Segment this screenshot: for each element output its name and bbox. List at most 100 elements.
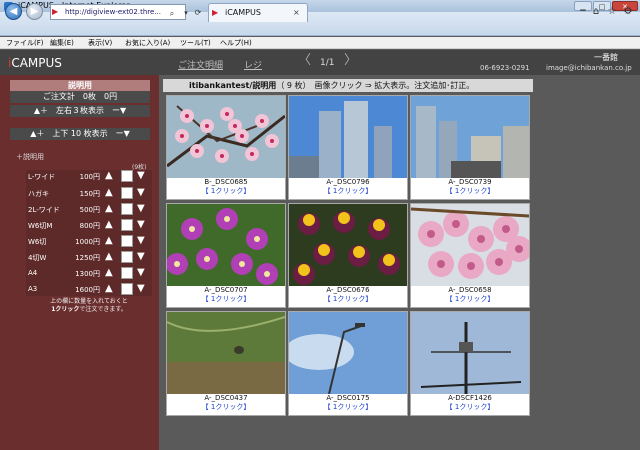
photo-name: A-_DSC0676 [326,286,370,294]
price-size-label: A4 [28,269,38,277]
vertical-display-control[interactable]: ▲＋ 上下 10 枚表示 ー▼ [10,128,150,140]
album-header: itibankantest/説明用（ 9 枚） 画像クリック ⇒ 拡大表示。注文… [163,79,533,92]
photo-card[interactable]: A-_DSC0676 【 1クリック】 [288,203,408,308]
quantity-up-icon[interactable]: ▲ [105,284,113,294]
photo-thumbnail[interactable] [167,204,285,286]
photo-card[interactable]: A-DSCF1426 【 1クリック】 [410,311,530,416]
dropdown-icon[interactable]: ▾ [180,7,192,19]
quantity-up-icon[interactable]: ▲ [105,268,113,278]
gear-icon[interactable]: ⚙ [622,6,634,18]
quantity-up-icon[interactable]: ▲ [105,188,113,198]
quantity-up-icon[interactable]: ▲ [105,220,113,230]
quantity-up-icon[interactable]: ▲ [105,252,113,262]
photo-thumbnail[interactable] [167,312,285,394]
prev-page-icon[interactable]: 〈 [298,54,311,68]
quantity-up-icon[interactable]: ▲ [105,236,113,246]
one-click-order-link[interactable]: 【 1クリック】 [289,187,407,196]
quantity-input[interactable] [121,251,133,263]
one-click-order-link[interactable]: 【 1クリック】 [167,187,285,196]
photo-card[interactable]: A-_DSC0175 【 1クリック】 [288,311,408,416]
price-value: 800円 [79,222,100,230]
menu-tools[interactable]: ツール(T) [180,37,211,49]
quantity-down-icon[interactable]: ▼ [137,220,145,230]
one-click-order-link[interactable]: 【 1クリック】 [411,403,529,412]
price-size-label: ハガキ [28,190,49,198]
price-size-label: L-ワイド [28,173,56,181]
price-value: 100円 [79,173,100,181]
quantity-down-icon[interactable]: ▼ [137,171,145,181]
price-size-label: W6切 [28,238,47,246]
menu-edit[interactable]: 編集(E) [50,37,74,49]
menu-view[interactable]: 表示(V) [88,37,112,49]
forward-button[interactable]: ▶ [26,3,43,20]
quantity-down-icon[interactable]: ▼ [137,268,145,278]
one-click-order-link[interactable]: 【 1クリック】 [289,403,407,412]
photo-thumbnail[interactable] [289,96,407,178]
page-count: 1/1 [320,58,335,68]
price-value: 1600円 [75,286,100,294]
photo-card[interactable]: A-_DSC0739 【 1クリック】 [410,95,530,200]
photo-card[interactable]: A-_DSC0658 【 1クリック】 [410,203,530,308]
order-total: ご注文計 0枚 0円 [10,91,150,103]
description-toggle[interactable]: ＋説明用 [16,152,44,162]
photo-name: A-_DSC0707 [204,286,248,294]
page-icon: ▶ [52,7,59,16]
register-link[interactable]: レジ [244,58,262,71]
site-logo[interactable]: iCAMPUS [8,56,62,70]
quantity-input[interactable] [121,283,133,295]
shop-name: 一番館 [594,53,618,62]
quantity-down-icon[interactable]: ▼ [137,236,145,246]
photo-thumbnail[interactable] [167,96,285,178]
back-button[interactable]: ◀ [5,3,22,20]
menu-favorites[interactable]: お気に入り(A) [125,37,170,49]
sidebar-title: 説明用 [10,80,150,91]
photo-name: A-DSCF1426 [448,394,492,402]
quantity-down-icon[interactable]: ▼ [137,204,145,214]
photo-thumbnail[interactable] [411,312,529,394]
price-size-label: 2L-ワイド [28,206,60,214]
quantity-input[interactable] [121,267,133,279]
price-value: 1300円 [75,270,100,278]
tab-close-icon[interactable]: × [293,8,300,17]
refresh-icon[interactable]: ⟳ [192,7,204,19]
quantity-input[interactable] [121,187,133,199]
photo-name: A-_DSC0739 [448,178,492,186]
price-size-label: W6切M [28,222,53,230]
one-click-order-link[interactable]: 【 1クリック】 [411,295,529,304]
home-icon[interactable]: ⌂ [590,6,602,18]
quantity-down-icon[interactable]: ▼ [137,284,145,294]
price-value: 500円 [79,206,100,214]
photo-name: A-_DSC0658 [448,286,492,294]
photo-card[interactable]: A-_DSC0796 【 1クリック】 [288,95,408,200]
price-value: 150円 [79,190,100,198]
photo-thumbnail[interactable] [411,204,529,286]
quantity-down-icon[interactable]: ▼ [137,188,145,198]
quantity-up-icon[interactable]: ▲ [105,171,113,181]
one-click-order-link[interactable]: 【 1クリック】 [167,295,285,304]
photo-card[interactable]: B-_DSC0685 【 1クリック】 [166,95,286,200]
quantity-input[interactable] [121,235,133,247]
menu-file[interactable]: ファイル(F) [6,37,44,49]
photo-name: B-_DSC0685 [204,178,248,186]
photo-thumbnail[interactable] [289,204,407,286]
search-icon[interactable]: ⌕ [166,8,178,20]
one-click-order-link[interactable]: 【 1クリック】 [167,403,285,412]
photo-card[interactable]: A-_DSC0437 【 1クリック】 [166,311,286,416]
one-click-order-link[interactable]: 【 1クリック】 [411,187,529,196]
quantity-input[interactable] [121,170,133,182]
favorites-star-icon[interactable]: ☆ [606,6,618,18]
quantity-up-icon[interactable]: ▲ [105,204,113,214]
photo-thumbnail[interactable] [289,312,407,394]
price-size-label: 4切W [28,254,47,262]
horizontal-display-control[interactable]: ▲＋ 左右３枚表示 ー▼ [10,105,150,117]
photo-thumbnail[interactable] [411,96,529,178]
quantity-input[interactable] [121,219,133,231]
order-details-link[interactable]: ご注文明細 [178,58,223,71]
photo-card[interactable]: A-_DSC0707 【 1クリック】 [166,203,286,308]
quantity-input[interactable] [121,203,133,215]
next-page-icon[interactable]: 〉 [344,54,357,68]
shop-email: image@ichibankan.co.jp [546,64,632,72]
menu-help[interactable]: ヘルプ(H) [220,37,252,49]
quantity-down-icon[interactable]: ▼ [137,252,145,262]
one-click-order-link[interactable]: 【 1クリック】 [289,295,407,304]
